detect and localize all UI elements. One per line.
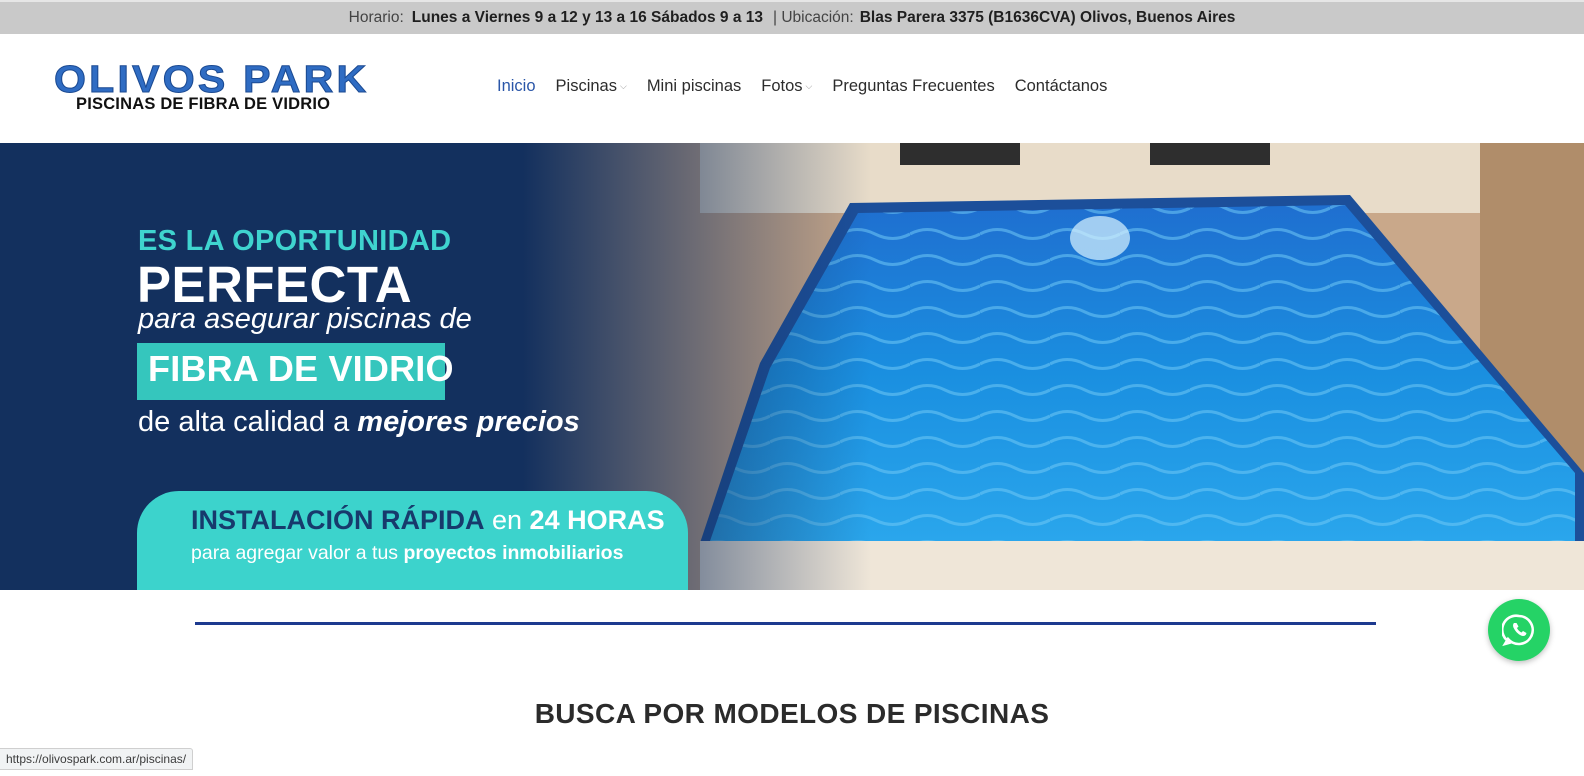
hero-headline-5: de alta calidad a mejores precios bbox=[138, 406, 580, 438]
status-url: https://olivospark.com.ar/piscinas/ bbox=[0, 748, 194, 770]
logo-title: OLIVOS PARK bbox=[53, 59, 370, 101]
site-logo[interactable]: OLIVOS PARK PISCINAS DE FIBRA DE VIDRIO bbox=[53, 61, 386, 114]
section-divider bbox=[195, 622, 1376, 625]
main-nav: Inicio Piscinas ⌵ Mini piscinas Fotos ⌵ Pr… bbox=[497, 77, 1127, 96]
hero-headline-3: para asegurar piscinas de bbox=[138, 303, 472, 335]
nav-item-mini-piscinas[interactable]: Mini piscinas bbox=[647, 77, 741, 96]
nav-item-fotos[interactable]: Fotos ⌵ bbox=[761, 77, 812, 96]
top-info-bar: Horario: Lunes a Viernes 9 a 12 y 13 a 1… bbox=[0, 0, 1584, 34]
nav-item-preguntas-frecuentes[interactable]: Preguntas Frecuentes bbox=[832, 77, 994, 96]
hero-headline-1: ES LA OPORTUNIDAD bbox=[138, 225, 452, 257]
hero-install-title: INSTALACIÓN RÁPIDA en 24 HORAS bbox=[191, 505, 665, 535]
chevron-down-icon: ⌵ bbox=[619, 81, 627, 91]
section-title: BUSCA POR MODELOS DE PISCINAS bbox=[534, 698, 1050, 729]
site-header: OLIVOS PARK PISCINAS DE FIBRA DE VIDRIO … bbox=[0, 34, 1584, 143]
whatsapp-button[interactable] bbox=[1488, 599, 1550, 661]
hours-value: Lunes a Viernes 9 a 12 y 13 a 16 Sábados… bbox=[411, 9, 764, 26]
location-label: | Ubicación: bbox=[773, 9, 854, 26]
hero-banner[interactable]: ES LA OPORTUNIDAD PERFECTA para asegurar… bbox=[0, 143, 1584, 590]
chevron-down-icon: ⌵ bbox=[805, 81, 813, 91]
nav-item-contactanos[interactable]: Contáctanos bbox=[1015, 77, 1108, 96]
hours-label: Horario: bbox=[348, 9, 404, 26]
whatsapp-icon bbox=[1502, 614, 1535, 647]
hero-install-subtitle: para agregar valor a tus proyectos inmob… bbox=[191, 542, 624, 564]
hero-headline-4: FIBRA DE VIDRIO bbox=[148, 348, 454, 389]
nav-item-inicio[interactable]: Inicio bbox=[497, 77, 536, 96]
location-value: Blas Parera 3375 (B1636CVA) Olivos, Buen… bbox=[859, 9, 1236, 26]
nav-item-piscinas[interactable]: Piscinas ⌵ bbox=[556, 77, 627, 96]
